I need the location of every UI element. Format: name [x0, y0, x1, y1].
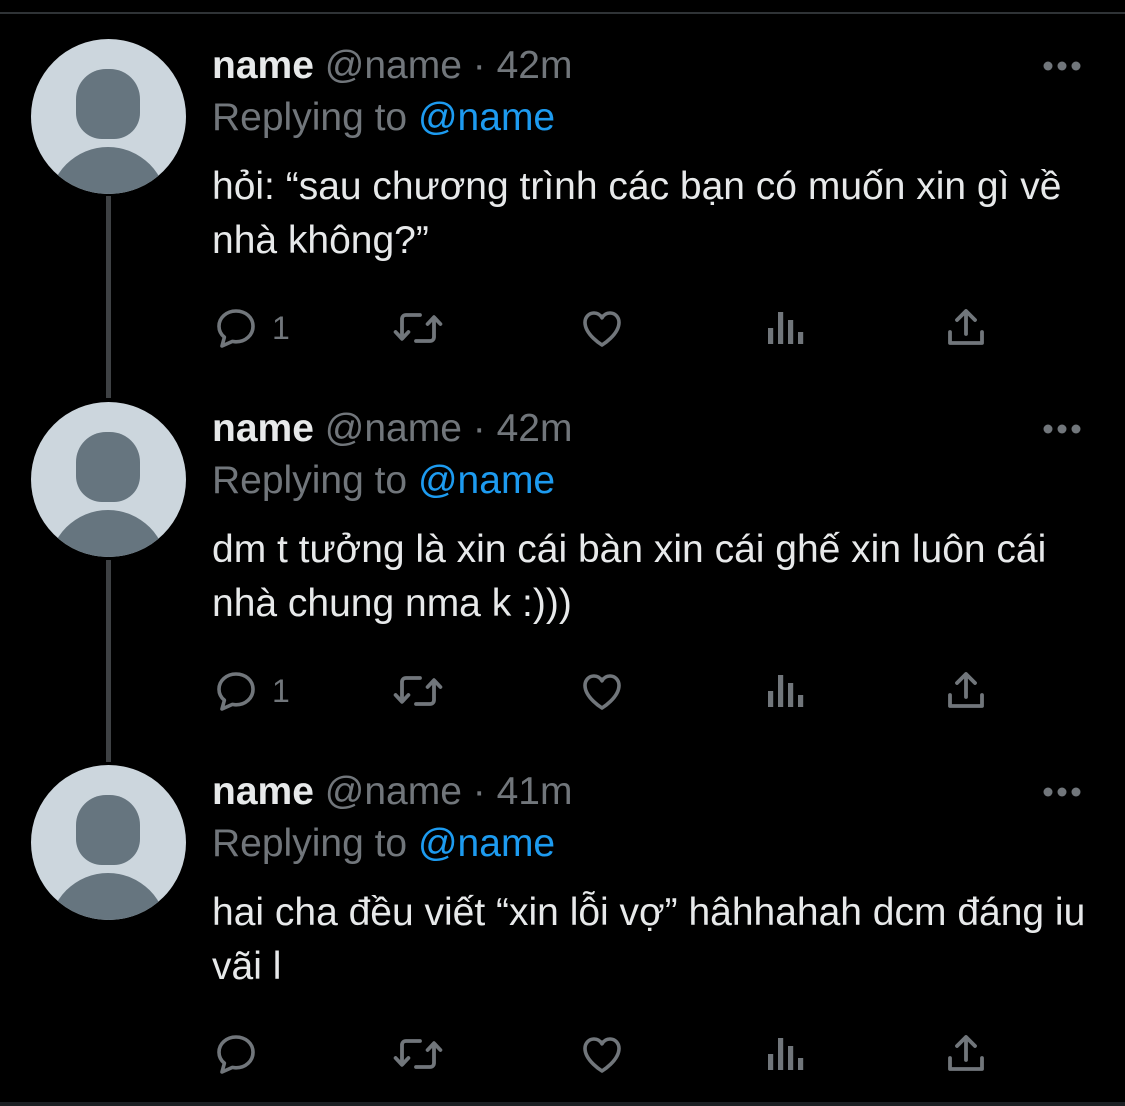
reply-button[interactable]: 1 [212, 300, 290, 356]
replying-label: Replying to [212, 459, 408, 502]
avatar[interactable] [31, 39, 186, 194]
views-button[interactable] [764, 663, 808, 719]
replying-label: Replying to [212, 822, 408, 865]
separator-dot: · [472, 770, 486, 813]
reply-to-link[interactable]: @name [418, 822, 555, 865]
avatar-body-shape [49, 510, 167, 557]
like-icon [583, 1037, 621, 1073]
replying-label: Replying to [212, 96, 408, 139]
replying-to: Replying to @name [212, 822, 555, 866]
share-icon [948, 1035, 984, 1071]
more-icon[interactable] [1042, 60, 1082, 72]
display-name[interactable]: name [212, 44, 314, 87]
replying-to: Replying to @name [212, 459, 555, 503]
user-handle[interactable]: @name [325, 44, 462, 87]
tweet[interactable]: name @name · 41m Replying to @name hai c… [0, 726, 1125, 1088]
reply-icon [217, 309, 255, 348]
views-button[interactable] [764, 1026, 808, 1082]
more-icon[interactable] [1042, 423, 1082, 435]
reply-to-link[interactable]: @name [418, 459, 555, 502]
user-handle[interactable]: @name [325, 770, 462, 813]
retweet-button[interactable] [392, 663, 444, 719]
tweet[interactable]: name @name · 42m Replying to @name dm t … [0, 363, 1125, 725]
reply-icon [217, 1035, 255, 1074]
like-button[interactable] [578, 663, 626, 719]
avatar-head-shape [76, 432, 140, 502]
share-icon [948, 309, 984, 345]
user-handle[interactable]: @name [325, 407, 462, 450]
like-icon [583, 674, 621, 710]
avatar-body-shape [49, 873, 167, 920]
avatar-head-shape [76, 795, 140, 865]
separator-dot: · [472, 44, 486, 87]
tweet-actions [212, 1026, 1012, 1082]
display-name[interactable]: name [212, 770, 314, 813]
tweet-actions: 1 [212, 663, 1012, 719]
timestamp[interactable]: 42m [497, 44, 573, 87]
views-button[interactable] [764, 300, 808, 356]
reply-count: 1 [272, 309, 290, 346]
bottom-divider [0, 1102, 1125, 1106]
tweet-actions: 1 [212, 300, 1012, 356]
timestamp[interactable]: 41m [497, 770, 573, 813]
replying-to: Replying to @name [212, 96, 555, 140]
retweet-icon [393, 313, 443, 343]
share-button[interactable] [942, 300, 990, 356]
share-button[interactable] [942, 1026, 990, 1082]
separator-dot: · [472, 407, 486, 450]
like-button[interactable] [578, 300, 626, 356]
tweet-text: dm t tưởng là xin cái bàn xin cái ghế xi… [212, 528, 1047, 625]
tweet-header: name @name · 41m [212, 770, 572, 814]
reply-icon [217, 672, 255, 711]
views-icon [768, 1038, 804, 1070]
like-button[interactable] [578, 1026, 626, 1082]
avatar[interactable] [31, 402, 186, 557]
reply-count: 1 [272, 672, 290, 709]
retweet-button[interactable] [392, 1026, 444, 1082]
timestamp[interactable]: 42m [497, 407, 573, 450]
tweet-text: hai cha đều viết “xin lỗi vợ” hâhhahah d… [212, 891, 1086, 988]
avatar[interactable] [31, 765, 186, 920]
tweet-header: name @name · 42m [212, 407, 572, 451]
avatar-body-shape [49, 147, 167, 194]
views-icon [768, 675, 804, 707]
views-icon [768, 312, 804, 344]
display-name[interactable]: name [212, 407, 314, 450]
reply-button[interactable]: 1 [212, 663, 290, 719]
share-button[interactable] [942, 663, 990, 719]
retweet-icon [393, 1039, 443, 1069]
retweet-icon [393, 676, 443, 706]
reply-to-link[interactable]: @name [418, 96, 555, 139]
avatar-head-shape [76, 69, 140, 139]
like-icon [583, 311, 621, 347]
retweet-button[interactable] [392, 300, 444, 356]
tweet-header: name @name · 42m [212, 44, 572, 88]
more-icon[interactable] [1042, 786, 1082, 798]
tweet-text: hỏi: “sau chương trình các bạn có muốn x… [212, 165, 1062, 262]
reply-button[interactable] [212, 1026, 272, 1082]
share-icon [948, 672, 984, 708]
reply-thread: name @name · 42m Replying to @name hỏi: … [0, 0, 1125, 1106]
tweet[interactable]: name @name · 42m Replying to @name hỏi: … [0, 0, 1125, 362]
